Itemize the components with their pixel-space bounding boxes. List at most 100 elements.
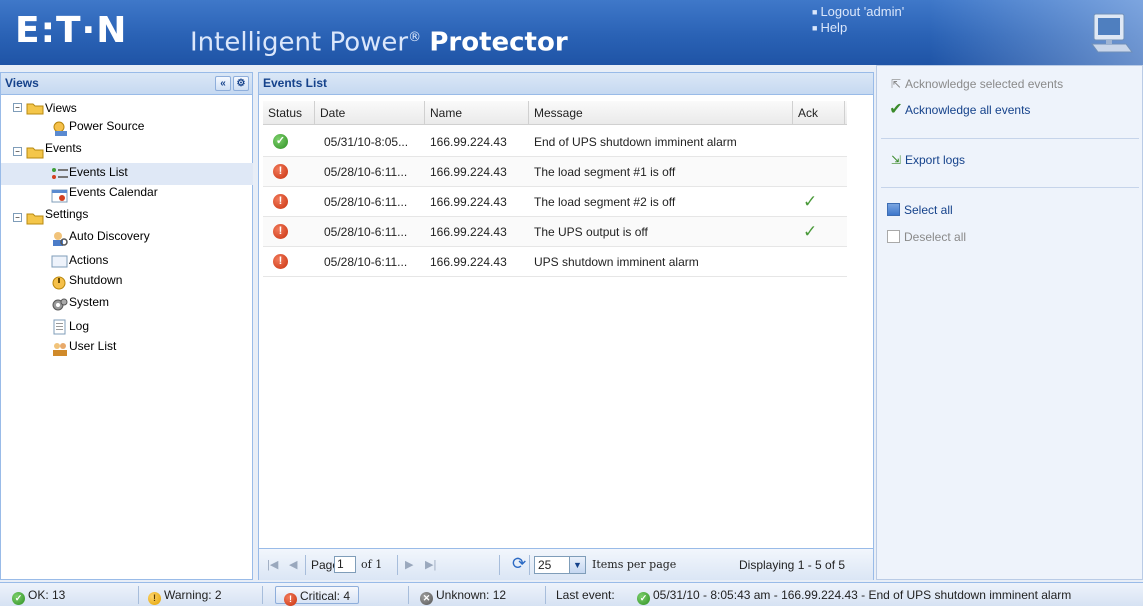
status-separator — [262, 586, 263, 604]
deselect-all-button[interactable]: Deselect all — [887, 229, 966, 245]
status-separator — [408, 586, 409, 604]
page-count-label: of 1 — [361, 558, 383, 571]
next-page-icon[interactable]: ▶ — [405, 557, 413, 573]
tree-label-events-list: Events List — [69, 165, 128, 179]
checkbox-empty-icon — [887, 230, 900, 243]
tree-node-user-list[interactable]: User List — [1, 339, 253, 361]
app-title-strong: Protector — [429, 27, 568, 58]
status-unknown-count[interactable]: ✕ Unknown: 12 — [420, 586, 506, 605]
tree-label-auto-discovery: Auto Discovery — [69, 229, 150, 243]
warning-status-icon: ! — [148, 592, 161, 605]
select-all-button[interactable]: Select all — [887, 202, 953, 218]
views-tree: − Views Power Source − Events Events Lis… — [1, 97, 253, 361]
table-row[interactable]: ✓ 05/31/10-8:05... 166.99.224.43 End of … — [263, 127, 847, 157]
events-panel-header: Events List — [259, 73, 873, 95]
power-source-icon — [53, 121, 67, 136]
status-critical-count[interactable]: ! Critical: 4 — [275, 586, 360, 606]
registered-mark: ® — [408, 30, 422, 45]
pager-separator — [305, 555, 306, 575]
status-critical-icon: ! — [273, 164, 288, 179]
export-icon: ⇲ — [890, 153, 902, 167]
tree-node-shutdown[interactable]: Shutdown — [1, 273, 253, 295]
items-per-page-label: Items per page — [592, 558, 677, 571]
events-list-icon — [52, 168, 68, 179]
critical-count-label: Critical: 4 — [300, 589, 351, 603]
tree-label-events: Events — [45, 141, 82, 155]
tree-label-user-list: User List — [69, 339, 117, 353]
calendar-icon — [51, 189, 68, 203]
prev-page-icon[interactable]: ◀ — [289, 557, 297, 573]
ok-status-icon: ✓ — [637, 592, 650, 605]
tree-node-system[interactable]: System — [1, 295, 253, 317]
page-size-select[interactable]: 25 ▼ — [534, 556, 586, 574]
divider — [881, 187, 1139, 188]
users-icon — [53, 343, 67, 356]
acknowledge-selected-button[interactable]: ⇱ Acknowledge selected events — [887, 76, 1063, 92]
cell-date: 05/28/10-6:11... — [324, 225, 408, 239]
collapse-panel-icon[interactable]: « — [215, 76, 231, 91]
last-page-icon[interactable]: ▶| — [425, 557, 436, 573]
shutdown-icon — [52, 276, 66, 290]
tree-node-events-calendar[interactable]: Events Calendar — [1, 185, 253, 207]
acknowledge-all-button[interactable]: ✔ Acknowledge all events — [887, 102, 1030, 118]
tree-label-power-source: Power Source — [69, 119, 145, 133]
tree-node-auto-discovery[interactable]: Auto Discovery — [1, 229, 253, 251]
first-page-icon[interactable]: |◀ — [267, 557, 278, 573]
events-panel: Events List Status Date Name Message Ack… — [258, 72, 874, 580]
table-row[interactable]: ! 05/28/10-6:11... 166.99.224.43 The loa… — [263, 157, 847, 187]
tree-node-log[interactable]: Log — [1, 317, 253, 339]
tree-node-events[interactable]: − Events — [1, 141, 253, 163]
folder-icon — [26, 103, 44, 115]
cell-name: 166.99.224.43 — [430, 225, 507, 239]
table-row[interactable]: ! 05/28/10-6:11... 166.99.224.43 UPS shu… — [263, 247, 847, 277]
column-header-status[interactable]: Status — [263, 101, 315, 125]
header-links: ■ Logout 'admin' ■ Help — [812, 4, 904, 36]
refresh-icon[interactable]: ⟳ — [512, 554, 526, 574]
collapse-icon[interactable]: − — [13, 147, 22, 156]
critical-status-icon: ! — [284, 593, 297, 606]
folder-icon — [26, 213, 44, 225]
cell-message: The load segment #2 is off — [534, 195, 676, 209]
warning-count-label: Warning: 2 — [164, 588, 222, 602]
collapse-icon[interactable]: − — [13, 103, 22, 112]
table-row[interactable]: ! 05/28/10-6:11... 166.99.224.43 The loa… — [263, 187, 847, 217]
actions-panel: ⇱ Acknowledge selected events ✔ Acknowledg… — [876, 65, 1143, 580]
acknowledge-all-label: Acknowledge all events — [905, 103, 1031, 117]
panel-settings-icon[interactable]: ⚙ — [233, 76, 249, 91]
unknown-status-icon: ✕ — [420, 592, 433, 605]
tree-node-actions[interactable]: Actions — [1, 251, 253, 273]
pager-separator — [529, 555, 530, 575]
status-ok-count[interactable]: ✓ OK: 13 — [12, 586, 66, 605]
last-event-value: ✓ 05/31/10 - 8:05:43 am - 166.99.224.43 -… — [637, 586, 1072, 605]
page-size-value: 25 — [538, 558, 552, 572]
export-logs-button[interactable]: ⇲ Export logs — [887, 152, 965, 168]
help-link[interactable]: ■ Help — [812, 20, 904, 36]
table-row[interactable]: ! 05/28/10-6:11... 166.99.224.43 The UPS… — [263, 217, 847, 247]
chevron-down-icon[interactable]: ▼ — [569, 557, 585, 573]
ok-count-label: OK: 13 — [28, 588, 66, 602]
app-header: E:T·N Intelligent Power® Protector ■ Logo… — [0, 0, 1143, 65]
cell-name: 166.99.224.43 — [430, 195, 507, 209]
last-event-text: 05/31/10 - 8:05:43 am - 166.99.224.43 - … — [653, 588, 1072, 602]
displaying-label: Displaying 1 - 5 of 5 — [739, 558, 846, 572]
page-number-input[interactable]: 1 — [334, 556, 356, 573]
status-ok-icon: ✓ — [273, 134, 288, 149]
tree-label-shutdown: Shutdown — [69, 273, 123, 287]
cell-name: 166.99.224.43 — [430, 255, 507, 269]
column-header-ack[interactable]: Ack — [793, 101, 845, 125]
help-link-label: Help — [820, 20, 848, 36]
ok-status-icon: ✓ — [12, 592, 25, 605]
column-header-name[interactable]: Name — [425, 101, 529, 125]
ack-check-icon: ✓ — [803, 192, 818, 211]
tree-node-power-source[interactable]: Power Source — [1, 119, 253, 141]
cell-message: The UPS output is off — [534, 225, 648, 239]
column-header-message[interactable]: Message — [529, 101, 793, 125]
logout-link[interactable]: ■ Logout 'admin' — [812, 4, 904, 20]
column-header-date[interactable]: Date — [315, 101, 425, 125]
system-icon — [52, 298, 68, 311]
last-event-label: Last event: — [556, 588, 615, 602]
pager-separator — [499, 555, 500, 575]
status-warning-count[interactable]: ! Warning: 2 — [148, 586, 222, 605]
select-all-label: Select all — [904, 203, 953, 217]
collapse-icon[interactable]: − — [13, 213, 22, 222]
